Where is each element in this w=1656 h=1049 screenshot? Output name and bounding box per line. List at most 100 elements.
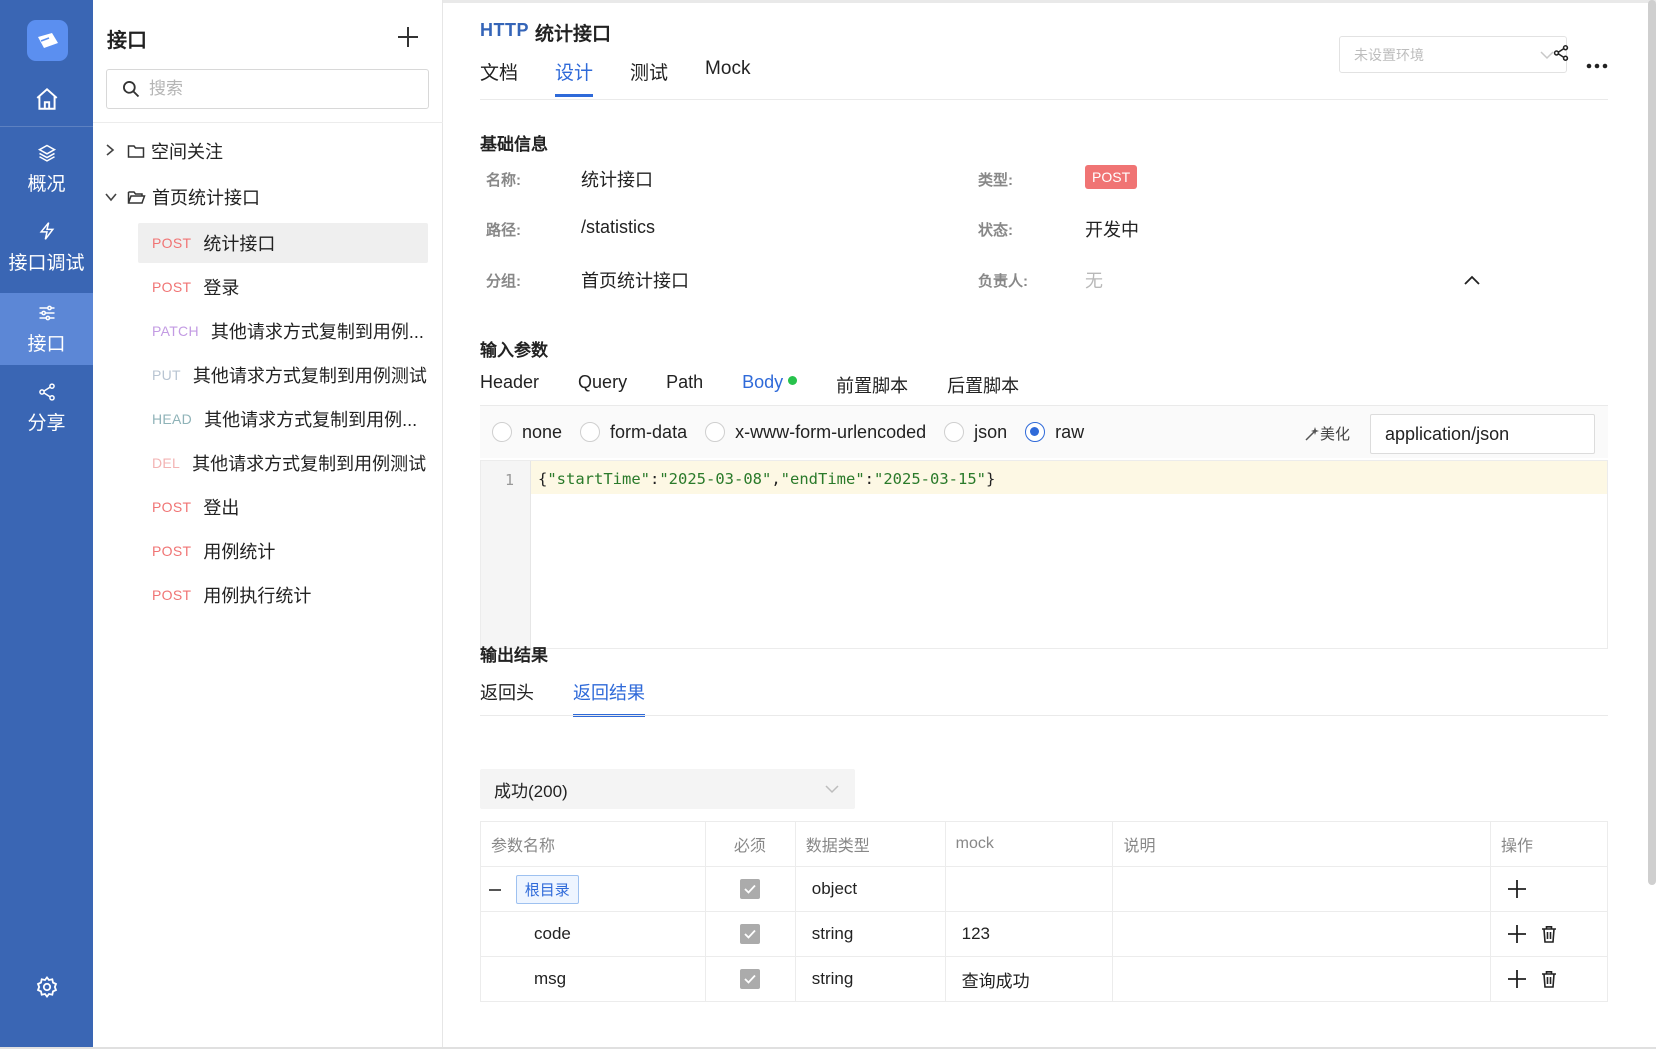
desc-cell[interactable] (1112, 956, 1492, 1002)
nav-share[interactable]: 分享 (0, 382, 93, 442)
radio-raw[interactable]: raw (1025, 422, 1084, 443)
radio-urlencoded[interactable]: x-www-form-urlencoded (705, 422, 926, 443)
group-value: 首页统计接口 (581, 271, 689, 291)
basic-info-title: 基础信息 (480, 135, 548, 154)
method-badge: DEL (152, 455, 181, 471)
tab-mock[interactable]: Mock (705, 58, 750, 97)
group-label: 分组: (486, 273, 521, 290)
folder-home-stats[interactable]: 首页统计接口 (105, 184, 260, 210)
environment-placeholder: 未设置环境 (1354, 46, 1424, 63)
type-cell[interactable]: string (794, 911, 946, 957)
required-checkbox[interactable] (739, 879, 760, 899)
trash-icon[interactable] (1541, 925, 1557, 943)
param-name-cell[interactable]: msg (480, 956, 706, 1002)
param-name-cell[interactable]: code (480, 911, 706, 957)
add-sibling-icon[interactable] (1507, 969, 1527, 989)
tree-api-item[interactable]: POST 登出 (138, 487, 428, 527)
api-name: 其他请求方式复制到用例测试 (192, 454, 427, 474)
nav-divider (0, 126, 93, 127)
add-child-icon[interactable] (1507, 879, 1527, 899)
required-checkbox[interactable] (739, 969, 760, 989)
radio-circle (580, 422, 601, 442)
radio-form-data[interactable]: form-data (580, 422, 687, 443)
response-status-select[interactable]: 成功(200) (480, 769, 855, 809)
collapse-node-icon[interactable] (489, 889, 501, 892)
search-box[interactable] (106, 69, 429, 109)
code-editor[interactable]: 1 {"startTime":"2025-03-08","endTime":"2… (480, 460, 1608, 649)
col-param-name: 参数名称 (480, 821, 706, 867)
method-badge: POST (152, 587, 192, 603)
required-checkbox[interactable] (739, 924, 760, 944)
response-params-table: 参数名称 必须 数据类型 mock 说明 操作 根目录 object code … (480, 821, 1608, 1002)
radio-label: raw (1055, 421, 1085, 442)
nav-overview[interactable]: 概况 (0, 143, 93, 203)
api-name: 统计接口 (203, 234, 276, 254)
tree-api-item[interactable]: POST 统计接口 (138, 223, 428, 263)
main-tabs: 文档 设计 测试 Mock (480, 58, 787, 97)
api-title: 统计接口 (535, 24, 612, 45)
app-logo[interactable] (27, 20, 68, 61)
status-value: 开发中 (1085, 220, 1139, 240)
status-label: 状态: (978, 222, 1013, 239)
input-params-title: 输入参数 (480, 341, 548, 360)
tree-api-item[interactable]: PATCH 其他请求方式复制到用例... (138, 311, 428, 351)
nav-overview-label: 概况 (27, 174, 66, 195)
output-tabs-divider (480, 715, 1608, 716)
tab-docs[interactable]: 文档 (480, 58, 518, 97)
tree-api-item[interactable]: POST 登录 (138, 267, 428, 307)
type-cell[interactable]: object (794, 866, 946, 912)
trash-icon[interactable] (1541, 970, 1557, 988)
collapse-button[interactable] (1464, 272, 1480, 290)
table-header-row: 参数名称 必须 数据类型 mock 说明 操作 (480, 821, 1608, 867)
content-type-input[interactable]: application/json (1370, 414, 1595, 454)
editor-gutter (481, 461, 531, 648)
radio-circle (1025, 422, 1046, 442)
tree-api-item[interactable]: POST 用例执行统计 (138, 575, 428, 615)
folder-space-follow[interactable]: 空间关注 (105, 138, 223, 164)
tree-api-item[interactable]: HEAD 其他请求方式复制到用例... (138, 399, 428, 439)
sliders-icon (39, 305, 54, 320)
scrollbar[interactable] (1648, 0, 1656, 885)
chevron-down-icon (825, 785, 839, 794)
nav-api[interactable]: 接口 (0, 293, 93, 365)
protocol-label: HTTP (480, 20, 529, 40)
radio-json[interactable]: json (944, 422, 1007, 443)
mock-cell[interactable]: 123 (944, 911, 1114, 957)
code-content[interactable]: {"startTime":"2025-03-08","endTime":"202… (538, 470, 995, 488)
api-tree-panel: 接口 空间关注 首页统计接口 POST 统计接口 POST 登 (93, 0, 443, 1049)
desc-cell[interactable] (1112, 866, 1492, 912)
api-name: 其他请求方式复制到用例... (210, 322, 424, 342)
gear-icon (36, 976, 57, 998)
tab-response-body[interactable]: 返回结果 (573, 679, 645, 717)
nav-debug[interactable]: 接口调试 (0, 220, 93, 280)
mock-cell[interactable] (944, 866, 1114, 912)
tree-api-item[interactable]: DEL 其他请求方式复制到用例测试 (138, 443, 428, 483)
add-api-button[interactable] (395, 24, 421, 50)
lightning-icon (39, 222, 54, 240)
search-input[interactable] (149, 79, 409, 99)
tab-response-headers[interactable]: 返回头 (480, 679, 534, 717)
check-icon (744, 884, 756, 894)
add-sibling-icon[interactable] (1507, 924, 1527, 944)
radio-label: json (974, 421, 1008, 442)
required-cell (704, 956, 796, 1002)
path-value: /statistics (581, 217, 656, 237)
beautify-button[interactable]: 美化 (1304, 423, 1350, 444)
type-cell[interactable]: string (794, 956, 946, 1002)
mock-cell[interactable]: 查询成功 (944, 956, 1114, 1002)
tree-api-item[interactable]: PUT 其他请求方式复制到用例测试 (138, 355, 428, 395)
tab-test[interactable]: 测试 (630, 58, 668, 97)
share-button[interactable] (1552, 44, 1570, 67)
radio-none[interactable]: none (492, 422, 562, 443)
layers-icon (37, 144, 56, 162)
environment-select[interactable]: 未设置环境 (1339, 36, 1567, 73)
api-name: 其他请求方式复制到用例测试 (192, 366, 427, 386)
tab-design[interactable]: 设计 (555, 58, 594, 97)
more-button[interactable] (1586, 52, 1608, 75)
nav-home[interactable] (0, 86, 93, 126)
desc-cell[interactable] (1112, 911, 1492, 957)
tree-api-item[interactable]: POST 用例统计 (138, 531, 428, 571)
actions-cell (1490, 911, 1608, 957)
owner-label: 负责人: (978, 273, 1028, 290)
nav-settings[interactable] (0, 975, 93, 1005)
